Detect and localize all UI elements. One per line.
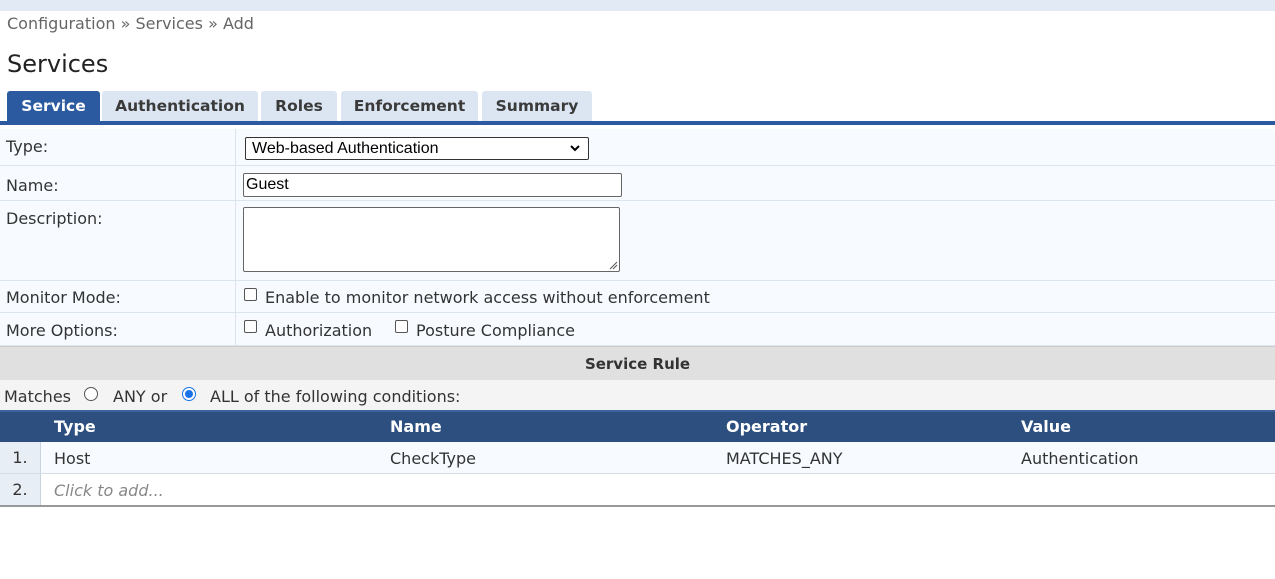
breadcrumb-separator: » (120, 14, 131, 33)
rule-table-header: Type Name Operator Value (0, 410, 1275, 442)
monitor-mode-option-label: Enable to monitor network access without… (265, 288, 710, 307)
column-header-name[interactable]: Name (390, 417, 442, 436)
row-index: 1. (0, 442, 41, 473)
name-input[interactable]: Guest (243, 173, 622, 197)
matches-label: Matches (4, 387, 71, 406)
tab-summary[interactable]: Summary (482, 91, 592, 122)
monitor-mode-checkbox[interactable] (244, 288, 257, 301)
authorization-checkbox[interactable] (244, 320, 257, 333)
table-row[interactable]: 1. Host CheckType MATCHES_ANY Authentica… (0, 442, 1275, 474)
any-radio[interactable] (84, 387, 98, 401)
description-row: Description: (0, 201, 1275, 281)
cell-value: Authentication (1021, 449, 1139, 468)
type-select[interactable]: Web-based Authentication (245, 137, 589, 160)
chevron-down-icon (569, 138, 581, 166)
cell-name: CheckType (390, 449, 476, 468)
description-label: Description: (6, 209, 103, 228)
name-row: Name: Guest (0, 166, 1275, 201)
more-options-label: More Options: (6, 321, 118, 340)
type-label: Type: (6, 137, 49, 156)
type-row: Type: Web-based Authentication (0, 129, 1275, 166)
column-header-value[interactable]: Value (1021, 417, 1071, 436)
column-header-type[interactable]: Type (54, 417, 96, 436)
breadcrumb-separator: » (208, 14, 218, 33)
type-select-value: Web-based Authentication (252, 140, 439, 157)
page-title: Services (7, 50, 109, 78)
monitor-mode-row: Monitor Mode: Enable to monitor network … (0, 281, 1275, 313)
row-index: 2. (0, 474, 41, 505)
column-header-operator[interactable]: Operator (726, 417, 807, 436)
authorization-label: Authorization (265, 321, 373, 340)
table-bottom-border (0, 505, 1275, 507)
cell-type: Host (54, 449, 91, 468)
click-to-add-link[interactable]: Click to add... (54, 481, 164, 500)
all-label: ALL of the following conditions: (210, 387, 461, 406)
tab-service[interactable]: Service (7, 91, 100, 122)
tab-roles[interactable]: Roles (261, 91, 337, 122)
matches-row: Matches ANY or ALL of the following cond… (0, 380, 1275, 410)
any-label: ANY or (113, 387, 168, 406)
breadcrumb: Configuration » Services » Add (7, 14, 254, 33)
add-row[interactable]: 2. Click to add... (0, 474, 1275, 506)
breadcrumb-configuration[interactable]: Configuration (7, 14, 116, 33)
posture-compliance-checkbox[interactable] (395, 320, 408, 333)
description-textarea[interactable] (243, 207, 620, 272)
top-band (0, 0, 1275, 11)
tab-underline (0, 121, 1275, 125)
monitor-mode-label: Monitor Mode: (6, 288, 121, 307)
name-label: Name: (6, 176, 59, 195)
breadcrumb-add: Add (222, 14, 254, 33)
service-rule-header: Service Rule (0, 346, 1275, 380)
more-options-row: More Options: Authorization Posture Comp… (0, 313, 1275, 346)
tab-authentication[interactable]: Authentication (102, 91, 258, 122)
tab-enforcement[interactable]: Enforcement (341, 91, 478, 122)
breadcrumb-services[interactable]: Services (136, 14, 203, 33)
cell-operator: MATCHES_ANY (726, 449, 843, 468)
posture-compliance-label: Posture Compliance (416, 321, 575, 340)
resize-grip-icon[interactable] (608, 260, 618, 270)
all-radio[interactable] (182, 387, 196, 401)
